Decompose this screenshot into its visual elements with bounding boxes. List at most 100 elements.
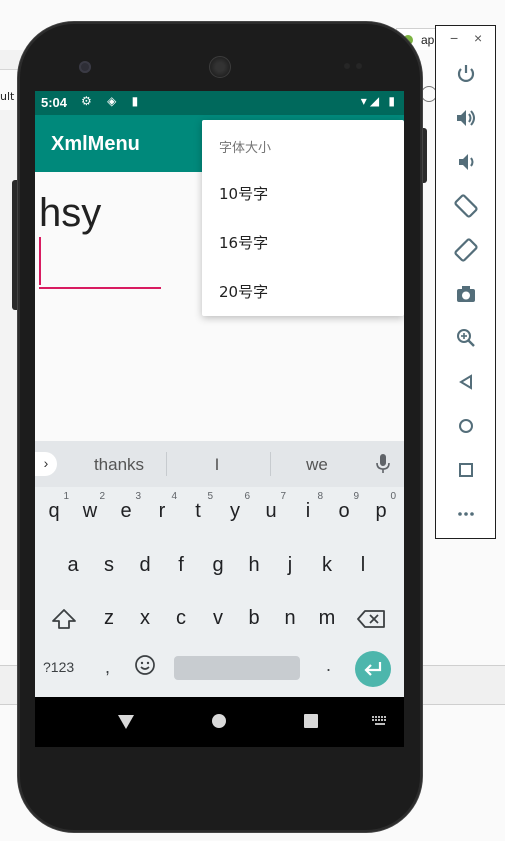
menu-item-size-20[interactable]: 20号字 <box>202 266 404 315</box>
menu-item-label: 10号字 <box>219 185 269 203</box>
key-label: b <box>248 607 260 629</box>
zoom-icon[interactable] <box>452 324 480 352</box>
key-t[interactable]: 5t <box>181 491 215 531</box>
emoji-icon[interactable] <box>134 654 156 676</box>
sensor <box>356 63 362 69</box>
key-k[interactable]: k <box>310 545 344 585</box>
menu-item-label: 20号字 <box>219 283 269 301</box>
key-p[interactable]: 0p <box>364 491 398 531</box>
key-m[interactable]: m <box>310 598 344 638</box>
suggestion-divider <box>270 452 271 476</box>
suggestion-item[interactable]: I <box>201 455 233 475</box>
camera-icon[interactable] <box>452 280 480 308</box>
key-label: c <box>176 607 186 629</box>
backspace-key[interactable] <box>355 598 389 638</box>
key-label: v <box>213 607 223 629</box>
key-label: s <box>104 554 114 576</box>
key-label: o <box>338 500 350 522</box>
keyboard-switch-icon[interactable] <box>372 716 388 726</box>
key-label: m <box>318 607 336 629</box>
key-x[interactable]: x <box>128 598 162 638</box>
comma-key[interactable]: , <box>105 657 110 678</box>
period-key[interactable]: . <box>326 655 331 676</box>
symbols-key[interactable]: ?123 <box>43 659 74 675</box>
suggestion-strip: › thanks I we <box>35 441 404 487</box>
more-icon[interactable] <box>452 500 480 528</box>
sensor <box>344 63 350 69</box>
key-v[interactable]: v <box>201 598 235 638</box>
emulator-toolbar: − × <box>435 25 496 539</box>
key-label: f <box>178 554 184 576</box>
menu-item-size-10[interactable]: 10号字 <box>202 168 404 217</box>
minimize-button[interactable]: − <box>450 30 458 46</box>
key-g[interactable]: g <box>201 545 235 585</box>
soft-keyboard: › thanks I we 1q 2w 3e 4r 5t 6y 7u 8i 9o… <box>35 441 404 697</box>
edit-text-field[interactable] <box>39 287 161 289</box>
key-label: a <box>67 554 79 576</box>
key-label: q <box>48 500 60 522</box>
home-icon[interactable] <box>452 412 480 440</box>
key-label: r <box>158 500 166 522</box>
key-w[interactable]: 2w <box>73 491 107 531</box>
shift-key[interactable] <box>47 598 81 638</box>
status-time: 5:04 <box>41 95 68 110</box>
status-system-icons: ▾◢ ▮ <box>360 94 398 108</box>
key-a[interactable]: a <box>56 545 90 585</box>
menu-item-size-16[interactable]: 16号字 <box>202 217 404 266</box>
overview-icon[interactable] <box>452 456 480 484</box>
key-label: e <box>120 500 132 522</box>
key-label: h <box>248 554 260 576</box>
key-c[interactable]: c <box>164 598 198 638</box>
key-e[interactable]: 3e <box>109 491 143 531</box>
key-i[interactable]: 8i <box>291 491 325 531</box>
suggestion-item[interactable]: thanks <box>87 455 151 475</box>
key-l[interactable]: l <box>346 545 380 585</box>
navigation-bar <box>35 697 404 747</box>
status-notification-icons: ⚙ ◈ ▮ <box>81 94 145 108</box>
key-label: p <box>375 500 387 522</box>
close-button[interactable]: × <box>474 30 482 46</box>
microphone-icon[interactable] <box>375 453 391 475</box>
front-camera <box>79 61 91 73</box>
key-b[interactable]: b <box>237 598 271 638</box>
rotate-right-icon[interactable] <box>452 236 480 264</box>
rotate-left-icon[interactable] <box>452 192 480 220</box>
key-o[interactable]: 9o <box>327 491 361 531</box>
shift-icon <box>52 609 76 629</box>
key-n[interactable]: n <box>273 598 307 638</box>
key-q[interactable]: 1q <box>37 491 71 531</box>
ide-tab-label: ap <box>421 33 435 47</box>
volume-up-icon[interactable] <box>452 104 480 132</box>
enter-key[interactable] <box>355 651 391 687</box>
key-label: k <box>322 554 332 576</box>
key-s[interactable]: s <box>92 545 126 585</box>
phone-screen: 5:04 ⚙ ◈ ▮ ▾◢ ▮ XmlMenu hsy 字体大小 10号字 16… <box>35 91 404 747</box>
key-u[interactable]: 7u <box>254 491 288 531</box>
back-triangle-icon[interactable] <box>117 714 135 730</box>
space-bar[interactable] <box>174 656 300 680</box>
menu-item-label: 16号字 <box>219 234 269 252</box>
key-y[interactable]: 6y <box>218 491 252 531</box>
power-icon[interactable] <box>452 60 480 88</box>
key-z[interactable]: z <box>92 598 126 638</box>
back-icon[interactable] <box>452 368 480 396</box>
key-f[interactable]: f <box>164 545 198 585</box>
key-d[interactable]: d <box>128 545 162 585</box>
volume-down-icon[interactable] <box>452 148 480 176</box>
home-circle-icon[interactable] <box>212 714 226 728</box>
key-j[interactable]: j <box>273 545 307 585</box>
key-label: y <box>230 500 240 522</box>
key-label: t <box>195 500 201 522</box>
key-r[interactable]: 4r <box>145 491 179 531</box>
suggestion-item[interactable]: we <box>297 455 337 475</box>
key-label: x <box>140 607 150 629</box>
suggestion-divider <box>166 452 167 476</box>
key-label: j <box>287 554 293 576</box>
key-label: d <box>139 554 151 576</box>
key-label: z <box>104 607 114 629</box>
expand-toolbar-button[interactable]: › <box>35 452 57 476</box>
key-h[interactable]: h <box>237 545 271 585</box>
recents-square-icon[interactable] <box>304 714 318 728</box>
enter-icon <box>364 662 382 676</box>
earpiece-speaker <box>209 56 231 78</box>
